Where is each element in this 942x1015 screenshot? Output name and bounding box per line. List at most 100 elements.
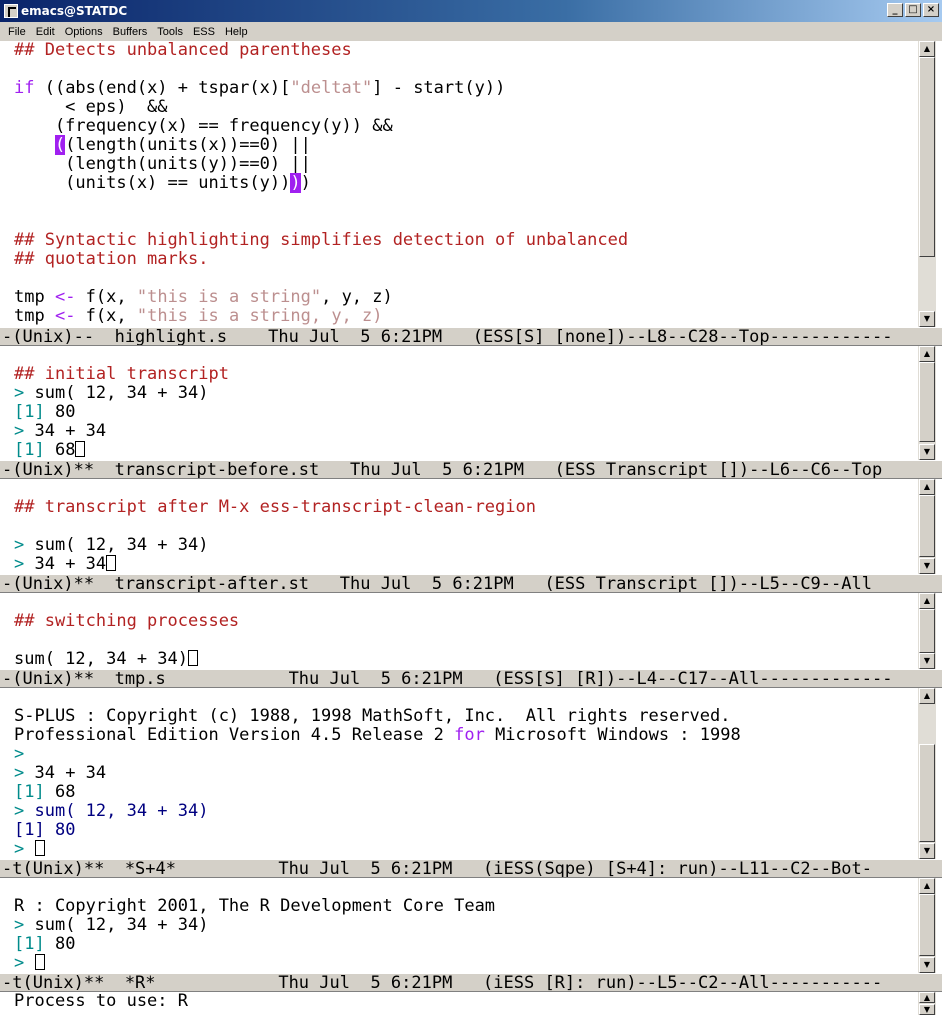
mode-line[interactable]: -t(Unix)** *S+4* Thu Jul 5 6:21PM (iESS(…: [0, 859, 942, 878]
minimize-button[interactable]: _: [887, 3, 903, 17]
scroll-down-icon[interactable]: ▼: [919, 653, 935, 669]
scroll-up-icon[interactable]: ▲: [919, 593, 935, 609]
code-line: if ((abs(end(x) + tspar(x)["deltat"] - s…: [0, 79, 918, 98]
menu-help[interactable]: Help: [220, 26, 253, 38]
code-line: > 34 + 34: [0, 764, 918, 783]
code-line: > 34 + 34: [0, 555, 918, 574]
buffer-transcript-before[interactable]: ## initial transcript > sum( 12, 34 + 34…: [0, 346, 918, 460]
code-line: ((length(units(x))==0) ||: [0, 135, 918, 155]
string-literal: "this is a string, y, z): [136, 306, 383, 326]
mode-line[interactable]: -(Unix)** tmp.s Thu Jul 5 6:21PM (ESS[S]…: [0, 669, 942, 688]
buffer-transcript-after[interactable]: ## transcript after M-x ess-transcript-c…: [0, 479, 918, 574]
emacs-icon[interactable]: [4, 4, 18, 18]
scrollbar[interactable]: ▲ ▼: [918, 688, 936, 859]
cursor: [34, 954, 45, 970]
output-index: [1]: [14, 820, 45, 840]
buffer-splus[interactable]: S-PLUS : Copyright (c) 1988, 1998 MathSo…: [0, 688, 918, 859]
menu-options[interactable]: Options: [60, 26, 108, 38]
scrollbar[interactable]: ▲ ▼: [918, 41, 936, 327]
scroll-up-icon[interactable]: ▲: [919, 346, 935, 362]
mode-line[interactable]: -(Unix)** transcript-after.st Thu Jul 5 …: [0, 574, 942, 593]
prompt: >: [14, 535, 25, 555]
scroll-up-icon[interactable]: ▲: [919, 41, 935, 57]
code-text: Professional Edition Version 4.5 Release…: [14, 725, 455, 745]
cursor: [75, 441, 86, 457]
code-line: ## transcript after M-x ess-transcript-c…: [14, 497, 536, 517]
scroll-thumb[interactable]: [919, 495, 935, 557]
scrollbar[interactable]: ▲ ▼: [918, 992, 936, 1015]
code-text: (units(x) == units(y)): [14, 173, 291, 193]
code-line: >: [0, 954, 918, 973]
mode-line[interactable]: -(Unix)-- highlight.s Thu Jul 5 6:21PM (…: [0, 327, 942, 346]
code-line: (length(units(y))==0) ||: [14, 154, 311, 174]
assign-operator: <-: [54, 287, 76, 307]
cursor: [188, 650, 198, 666]
menu-tools[interactable]: Tools: [152, 26, 188, 38]
code-line: [1] 68: [0, 783, 918, 802]
prompt: >: [14, 839, 25, 859]
scrollbar[interactable]: ▲ ▼: [918, 593, 936, 669]
cursor: [34, 840, 45, 856]
code-text: sum( 12, 34 + 34): [24, 535, 209, 555]
menu-buffers[interactable]: Buffers: [108, 26, 153, 38]
code-line: > sum( 12, 34 + 34): [0, 916, 918, 935]
menu-edit[interactable]: Edit: [31, 26, 60, 38]
output-value: 68: [44, 782, 76, 802]
close-button[interactable]: ×: [923, 3, 939, 17]
code-line: > sum( 12, 34 + 34): [0, 802, 918, 821]
scroll-up-icon[interactable]: ▲: [919, 688, 935, 704]
scroll-thumb[interactable]: [919, 362, 935, 442]
minibuffer[interactable]: Process to use: R: [0, 992, 942, 1015]
scroll-up-icon[interactable]: ▲: [919, 992, 935, 1003]
menu-bar: File Edit Options Buffers Tools ESS Help: [0, 22, 942, 41]
scroll-up-icon[interactable]: ▲: [919, 479, 935, 495]
window-controls: _ □ ×: [887, 3, 939, 17]
code-line: tmp <- f(x, "this is a string", y, z): [0, 288, 918, 307]
code-text: 34 + 34: [24, 763, 107, 783]
menu-ess[interactable]: ESS: [188, 26, 220, 38]
scroll-down-icon[interactable]: ▼: [919, 843, 935, 859]
code-text: , y, z): [321, 287, 393, 307]
scroll-thumb[interactable]: [919, 57, 935, 257]
scrollbar[interactable]: ▲ ▼: [918, 479, 936, 574]
minibuffer-prompt: Process to use: R: [14, 991, 188, 1011]
code-line: [1] 80: [0, 935, 918, 954]
output-index: [1]: [14, 440, 45, 460]
scroll-thumb[interactable]: [919, 744, 935, 842]
scroll-down-icon[interactable]: ▼: [919, 957, 935, 973]
scroll-down-icon[interactable]: ▼: [919, 558, 935, 574]
string-literal: "this is a string": [136, 287, 322, 307]
prompt: >: [14, 554, 25, 574]
scrollbar[interactable]: ▲ ▼: [918, 346, 936, 460]
scroll-down-icon[interactable]: ▼: [919, 1004, 935, 1015]
buffer-tmp[interactable]: ## switching processes sum( 12, 34 + 34): [0, 593, 918, 669]
buffer-r[interactable]: R : Copyright 2001, The R Development Co…: [0, 878, 918, 973]
code-line: (units(x) == units(y)))): [0, 173, 918, 193]
scroll-thumb[interactable]: [919, 894, 935, 956]
code-line: >: [0, 840, 918, 859]
code-line: ## Syntactic highlighting simplifies det…: [14, 230, 629, 250]
code-text: f(x,: [75, 306, 137, 326]
output-value: 68: [44, 440, 76, 460]
scroll-thumb[interactable]: [919, 609, 935, 653]
prompt: >: [14, 421, 25, 441]
code-line: S-PLUS : Copyright (c) 1988, 1998 MathSo…: [14, 706, 731, 726]
code-line: (frequency(x) == frequency(y)) &&: [14, 116, 393, 136]
menu-file[interactable]: File: [3, 26, 31, 38]
scroll-down-icon[interactable]: ▼: [919, 311, 935, 327]
prompt: >: [14, 744, 25, 764]
code-text: sum( 12, 34 + 34): [24, 801, 209, 821]
code-line: >: [0, 745, 918, 764]
assign-operator: <-: [54, 306, 76, 326]
scroll-up-icon[interactable]: ▲: [919, 878, 935, 894]
scroll-down-icon[interactable]: ▼: [919, 444, 935, 460]
code-line: [1] 80: [0, 821, 918, 840]
matching-paren: ): [290, 173, 301, 193]
maximize-button[interactable]: □: [905, 3, 921, 17]
mode-line[interactable]: -(Unix)** transcript-before.st Thu Jul 5…: [0, 460, 942, 479]
output-index: [1]: [14, 782, 45, 802]
buffer-highlight[interactable]: ## Detects unbalanced parentheses if ((a…: [0, 41, 918, 327]
mode-line[interactable]: -t(Unix)** *R* Thu Jul 5 6:21PM (iESS [R…: [0, 973, 942, 992]
scrollbar[interactable]: ▲ ▼: [918, 878, 936, 973]
